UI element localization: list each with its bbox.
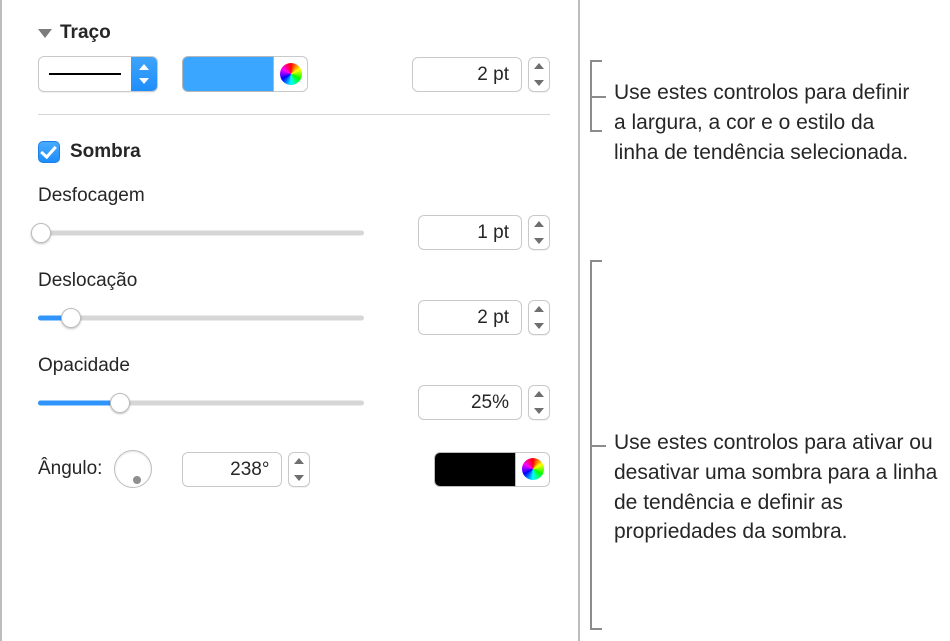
line-style-preview	[49, 73, 121, 75]
popup-stepper-icon	[131, 57, 157, 91]
angle-field[interactable]: 238°	[182, 452, 282, 487]
stroke-callout-text: Use estes controlos para definir a largu…	[614, 78, 924, 167]
angle-dial-indicator	[133, 476, 141, 484]
shadow-color-picker-button[interactable]	[516, 452, 550, 487]
stroke-color-picker-button[interactable]	[274, 56, 308, 92]
shadow-title: Sombra	[70, 141, 141, 163]
offset-label: Deslocação	[38, 270, 550, 292]
shadow-callout-text: Use estes controlos para ativar ou desat…	[614, 428, 944, 547]
opacity-block: Opacidade 25%	[38, 355, 550, 420]
chevron-down-icon	[38, 29, 52, 38]
stroke-callout-bracket	[590, 60, 592, 132]
shadow-checkbox[interactable]	[38, 141, 60, 163]
blur-block: Desfocagem 1 pt	[38, 185, 550, 250]
angle-stepper[interactable]	[288, 452, 310, 487]
shadow-callout-bracket	[590, 260, 592, 630]
shadow-color-swatch[interactable]	[434, 452, 516, 487]
stroke-controls-row: 2 pt	[38, 56, 550, 92]
opacity-slider[interactable]	[38, 393, 364, 413]
inspector-panel: Traço 2 pt Sombra Desfocagem	[0, 0, 580, 641]
offset-slider[interactable]	[38, 308, 364, 328]
opacity-label: Opacidade	[38, 355, 550, 377]
opacity-stepper[interactable]	[528, 385, 550, 420]
stroke-color-control	[182, 56, 308, 92]
blur-slider[interactable]	[38, 223, 364, 243]
stroke-width-field[interactable]: 2 pt	[412, 57, 522, 92]
blur-stepper[interactable]	[528, 215, 550, 250]
opacity-field[interactable]: 25%	[418, 385, 522, 420]
color-wheel-icon	[280, 63, 302, 85]
shadow-color-control	[434, 452, 550, 487]
section-divider	[38, 114, 550, 115]
stroke-section-header[interactable]: Traço	[38, 22, 550, 44]
stroke-color-swatch[interactable]	[182, 56, 274, 92]
blur-field[interactable]: 1 pt	[418, 215, 522, 250]
offset-block: Deslocação 2 pt	[38, 270, 550, 335]
angle-row: Ângulo: 238°	[38, 450, 550, 488]
color-wheel-icon	[522, 458, 544, 480]
angle-label: Ângulo:	[38, 458, 102, 480]
angle-dial[interactable]	[114, 450, 152, 488]
shadow-checkbox-row: Sombra	[38, 141, 550, 163]
stroke-width-stepper[interactable]	[528, 57, 550, 92]
offset-field[interactable]: 2 pt	[418, 300, 522, 335]
stroke-title: Traço	[60, 22, 111, 44]
offset-stepper[interactable]	[528, 300, 550, 335]
stroke-style-popup[interactable]	[38, 56, 158, 92]
blur-label: Desfocagem	[38, 185, 550, 207]
